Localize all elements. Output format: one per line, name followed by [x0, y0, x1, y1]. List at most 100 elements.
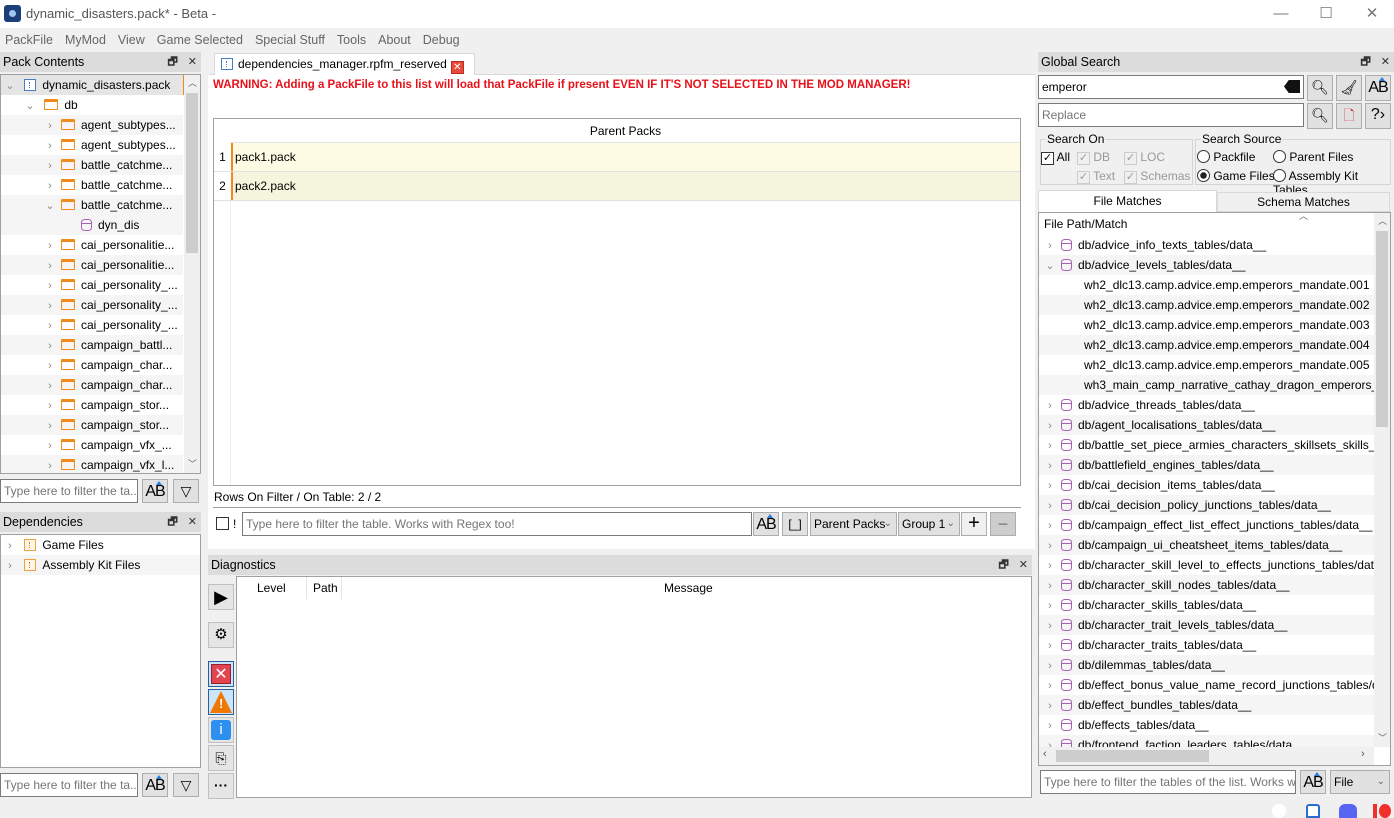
chevron-right-icon[interactable]: › — [43, 276, 57, 296]
tab-schema-matches[interactable]: Schema Matches — [1217, 192, 1390, 212]
chevron-right-icon[interactable]: › — [1043, 396, 1057, 416]
chevron-right-icon[interactable]: › — [43, 156, 57, 176]
chevron-right-icon[interactable]: › — [43, 316, 57, 336]
tree-item[interactable]: › agent_subtypes... — [1, 135, 183, 155]
chevron-right-icon[interactable]: › — [43, 256, 57, 276]
chevron-down-icon[interactable]: ⌄ — [1043, 256, 1057, 276]
scroll-up-icon[interactable]: ︿ — [184, 75, 200, 92]
case-sensitive-button[interactable]: AB — [1365, 75, 1391, 101]
result-file-row[interactable]: › db/character_skill_nodes_tables/data__ — [1039, 575, 1374, 595]
chevron-right-icon[interactable]: › — [1043, 416, 1057, 436]
tree-item[interactable]: › cai_personality_... — [1, 315, 183, 335]
github-icon[interactable] — [1272, 804, 1286, 818]
result-file-row[interactable]: › db/cai_decision_policy_junctions_tables… — [1039, 495, 1374, 515]
regex-help-button[interactable]: ?› — [1365, 103, 1391, 129]
tree-root-pack[interactable]: ⌄ dynamic_disasters.pack — [1, 75, 183, 95]
result-file-row[interactable]: › db/battlefield_engines_tables/data__ — [1039, 455, 1374, 475]
tree-item[interactable]: › campaign_stor... — [1, 395, 183, 415]
filter-options-button[interactable]: ▽ — [173, 479, 199, 503]
table-cell[interactable]: pack1.pack — [231, 143, 1020, 171]
chevron-right-icon[interactable]: › — [43, 176, 57, 196]
result-file-row[interactable]: › db/battle_set_piece_armies_characters_s… — [1039, 435, 1374, 455]
result-file-row[interactable]: › db/effects_tables/data__ — [1039, 715, 1374, 735]
chevron-right-icon[interactable]: › — [1043, 736, 1057, 747]
invert-filter-checkbox[interactable] — [216, 517, 229, 530]
tree-item[interactable]: › campaign_vfx_... — [1, 435, 183, 455]
result-file-row[interactable]: › db/frontend_faction_leaders_tables/data… — [1039, 735, 1374, 747]
pack-filter-input[interactable] — [0, 479, 138, 503]
result-file-row[interactable]: › db/advice_info_texts_tables/data__ — [1039, 235, 1374, 255]
case-sensitive-button[interactable]: AB — [142, 773, 168, 797]
result-file-row[interactable]: › db/character_trait_levels_tables/data__ — [1039, 615, 1374, 635]
show-blank-button[interactable]: [_] — [782, 512, 808, 536]
patreon-bar-icon[interactable] — [1373, 804, 1377, 818]
chevron-right-icon[interactable]: › — [1043, 516, 1057, 536]
tab-dependencies-manager[interactable]: dependencies_manager.rpfm_reserved ✕ — [214, 53, 475, 75]
maximize-button[interactable]: ☐ — [1311, 3, 1341, 25]
chevron-right-icon[interactable]: › — [1043, 556, 1057, 576]
chevron-right-icon[interactable]: › — [1043, 436, 1057, 456]
tree-item[interactable]: › agent_subtypes... — [1, 115, 183, 135]
tree-item[interactable]: ⌄ battle_catchme... — [1, 195, 183, 215]
table-filter-input[interactable] — [242, 512, 752, 536]
result-file-row[interactable]: › db/character_skills_tables/data__ — [1039, 595, 1374, 615]
tree-item[interactable]: › campaign_stor... — [1, 415, 183, 435]
chevron-right-icon[interactable]: › — [1043, 236, 1057, 256]
result-file-row[interactable]: › db/effect_bonus_value_name_record_junct… — [1039, 675, 1374, 695]
remove-filter-button[interactable]: − — [990, 512, 1016, 536]
result-match-row[interactable]: wh2_dlc13.camp.advice.emp.emperors_manda… — [1039, 335, 1374, 355]
chevron-right-icon[interactable]: › — [1043, 576, 1057, 596]
result-file-row[interactable]: › db/campaign_effect_list_effect_junction… — [1039, 515, 1374, 535]
results-vscrollbar[interactable]: ︿ ﹀ — [1374, 213, 1390, 747]
result-file-row[interactable]: › db/agent_localisations_tables/data__ — [1039, 415, 1374, 435]
close-dock-icon[interactable]: ✕ — [188, 516, 197, 528]
checkbox-checked-icon[interactable]: ✓ — [1041, 152, 1054, 165]
source-game-files[interactable]: Game Files — [1197, 169, 1275, 183]
case-sensitive-button[interactable]: AB — [1300, 770, 1326, 794]
tree-item[interactable]: › cai_personalitie... — [1, 255, 183, 275]
result-match-row[interactable]: wh2_dlc13.camp.advice.emp.emperors_manda… — [1039, 295, 1374, 315]
replace-all-button[interactable]: 🗋 — [1336, 103, 1362, 129]
clear-button[interactable]: 🧹︎ — [1336, 75, 1362, 101]
scroll-thumb[interactable] — [1056, 750, 1209, 762]
scroll-right-icon[interactable]: › — [1361, 748, 1365, 760]
results-hscrollbar[interactable]: ‹ › — [1039, 747, 1374, 765]
tree-folder-db[interactable]: ⌄ db — [1, 95, 183, 115]
source-packfile[interactable]: Packfile — [1197, 150, 1255, 164]
replace-input[interactable] — [1038, 103, 1304, 127]
radio-selected-icon[interactable] — [1197, 169, 1210, 182]
tree-item[interactable]: › battle_catchme... — [1, 175, 183, 195]
close-dock-icon[interactable]: ✕ — [188, 56, 197, 68]
chevron-right-icon[interactable]: › — [43, 416, 57, 436]
chevron-right-icon[interactable]: › — [1043, 476, 1057, 496]
chevron-right-icon[interactable]: › — [1043, 696, 1057, 716]
scroll-left-icon[interactable]: ‹ — [1043, 748, 1047, 760]
search-input[interactable] — [1038, 75, 1304, 99]
close-dock-icon[interactable]: ✕ — [1019, 559, 1028, 571]
result-file-row[interactable]: › db/dilemmas_tables/data__ — [1039, 655, 1374, 675]
check-current-button[interactable]: ⎘ — [208, 745, 234, 771]
chevron-right-icon[interactable]: › — [43, 296, 57, 316]
column-select[interactable]: Parent Packs ⌄ — [810, 512, 897, 536]
close-button[interactable]: ✕ — [1357, 3, 1387, 25]
filter-mode-select[interactable]: File ⌄ — [1330, 770, 1390, 794]
group-select[interactable]: Group 1 ⌄ — [898, 512, 960, 536]
tree-item-table[interactable]: dyn_dis — [1, 215, 183, 235]
radio-icon[interactable] — [1197, 150, 1210, 163]
pack-tree-scrollbar[interactable]: ︿ ﹀ — [184, 75, 200, 473]
column-header-path[interactable]: Path — [313, 581, 338, 595]
dependency-assembly-kit[interactable]: › Assembly Kit Files — [1, 555, 200, 575]
scroll-down-icon[interactable]: ﹀ — [1374, 730, 1390, 747]
case-sensitive-button[interactable]: AB — [142, 479, 168, 503]
tree-item[interactable]: › cai_personality_... — [1, 295, 183, 315]
chevron-right-icon[interactable]: › — [43, 336, 57, 356]
result-file-row[interactable]: › db/cai_decision_items_tables/data__ — [1039, 475, 1374, 495]
chevron-right-icon[interactable]: › — [43, 136, 57, 156]
menu-tools[interactable]: Tools — [332, 30, 373, 50]
chevron-right-icon[interactable]: › — [43, 456, 57, 473]
run-diagnostics-button[interactable]: ▶ — [208, 584, 234, 610]
tree-item[interactable]: › campaign_vfx_l... — [1, 455, 183, 473]
chevron-right-icon[interactable]: › — [3, 536, 17, 556]
float-icon[interactable]: 🗗 — [167, 56, 177, 68]
result-file-row[interactable]: › db/campaign_ui_cheatsheet_items_tables/… — [1039, 535, 1374, 555]
